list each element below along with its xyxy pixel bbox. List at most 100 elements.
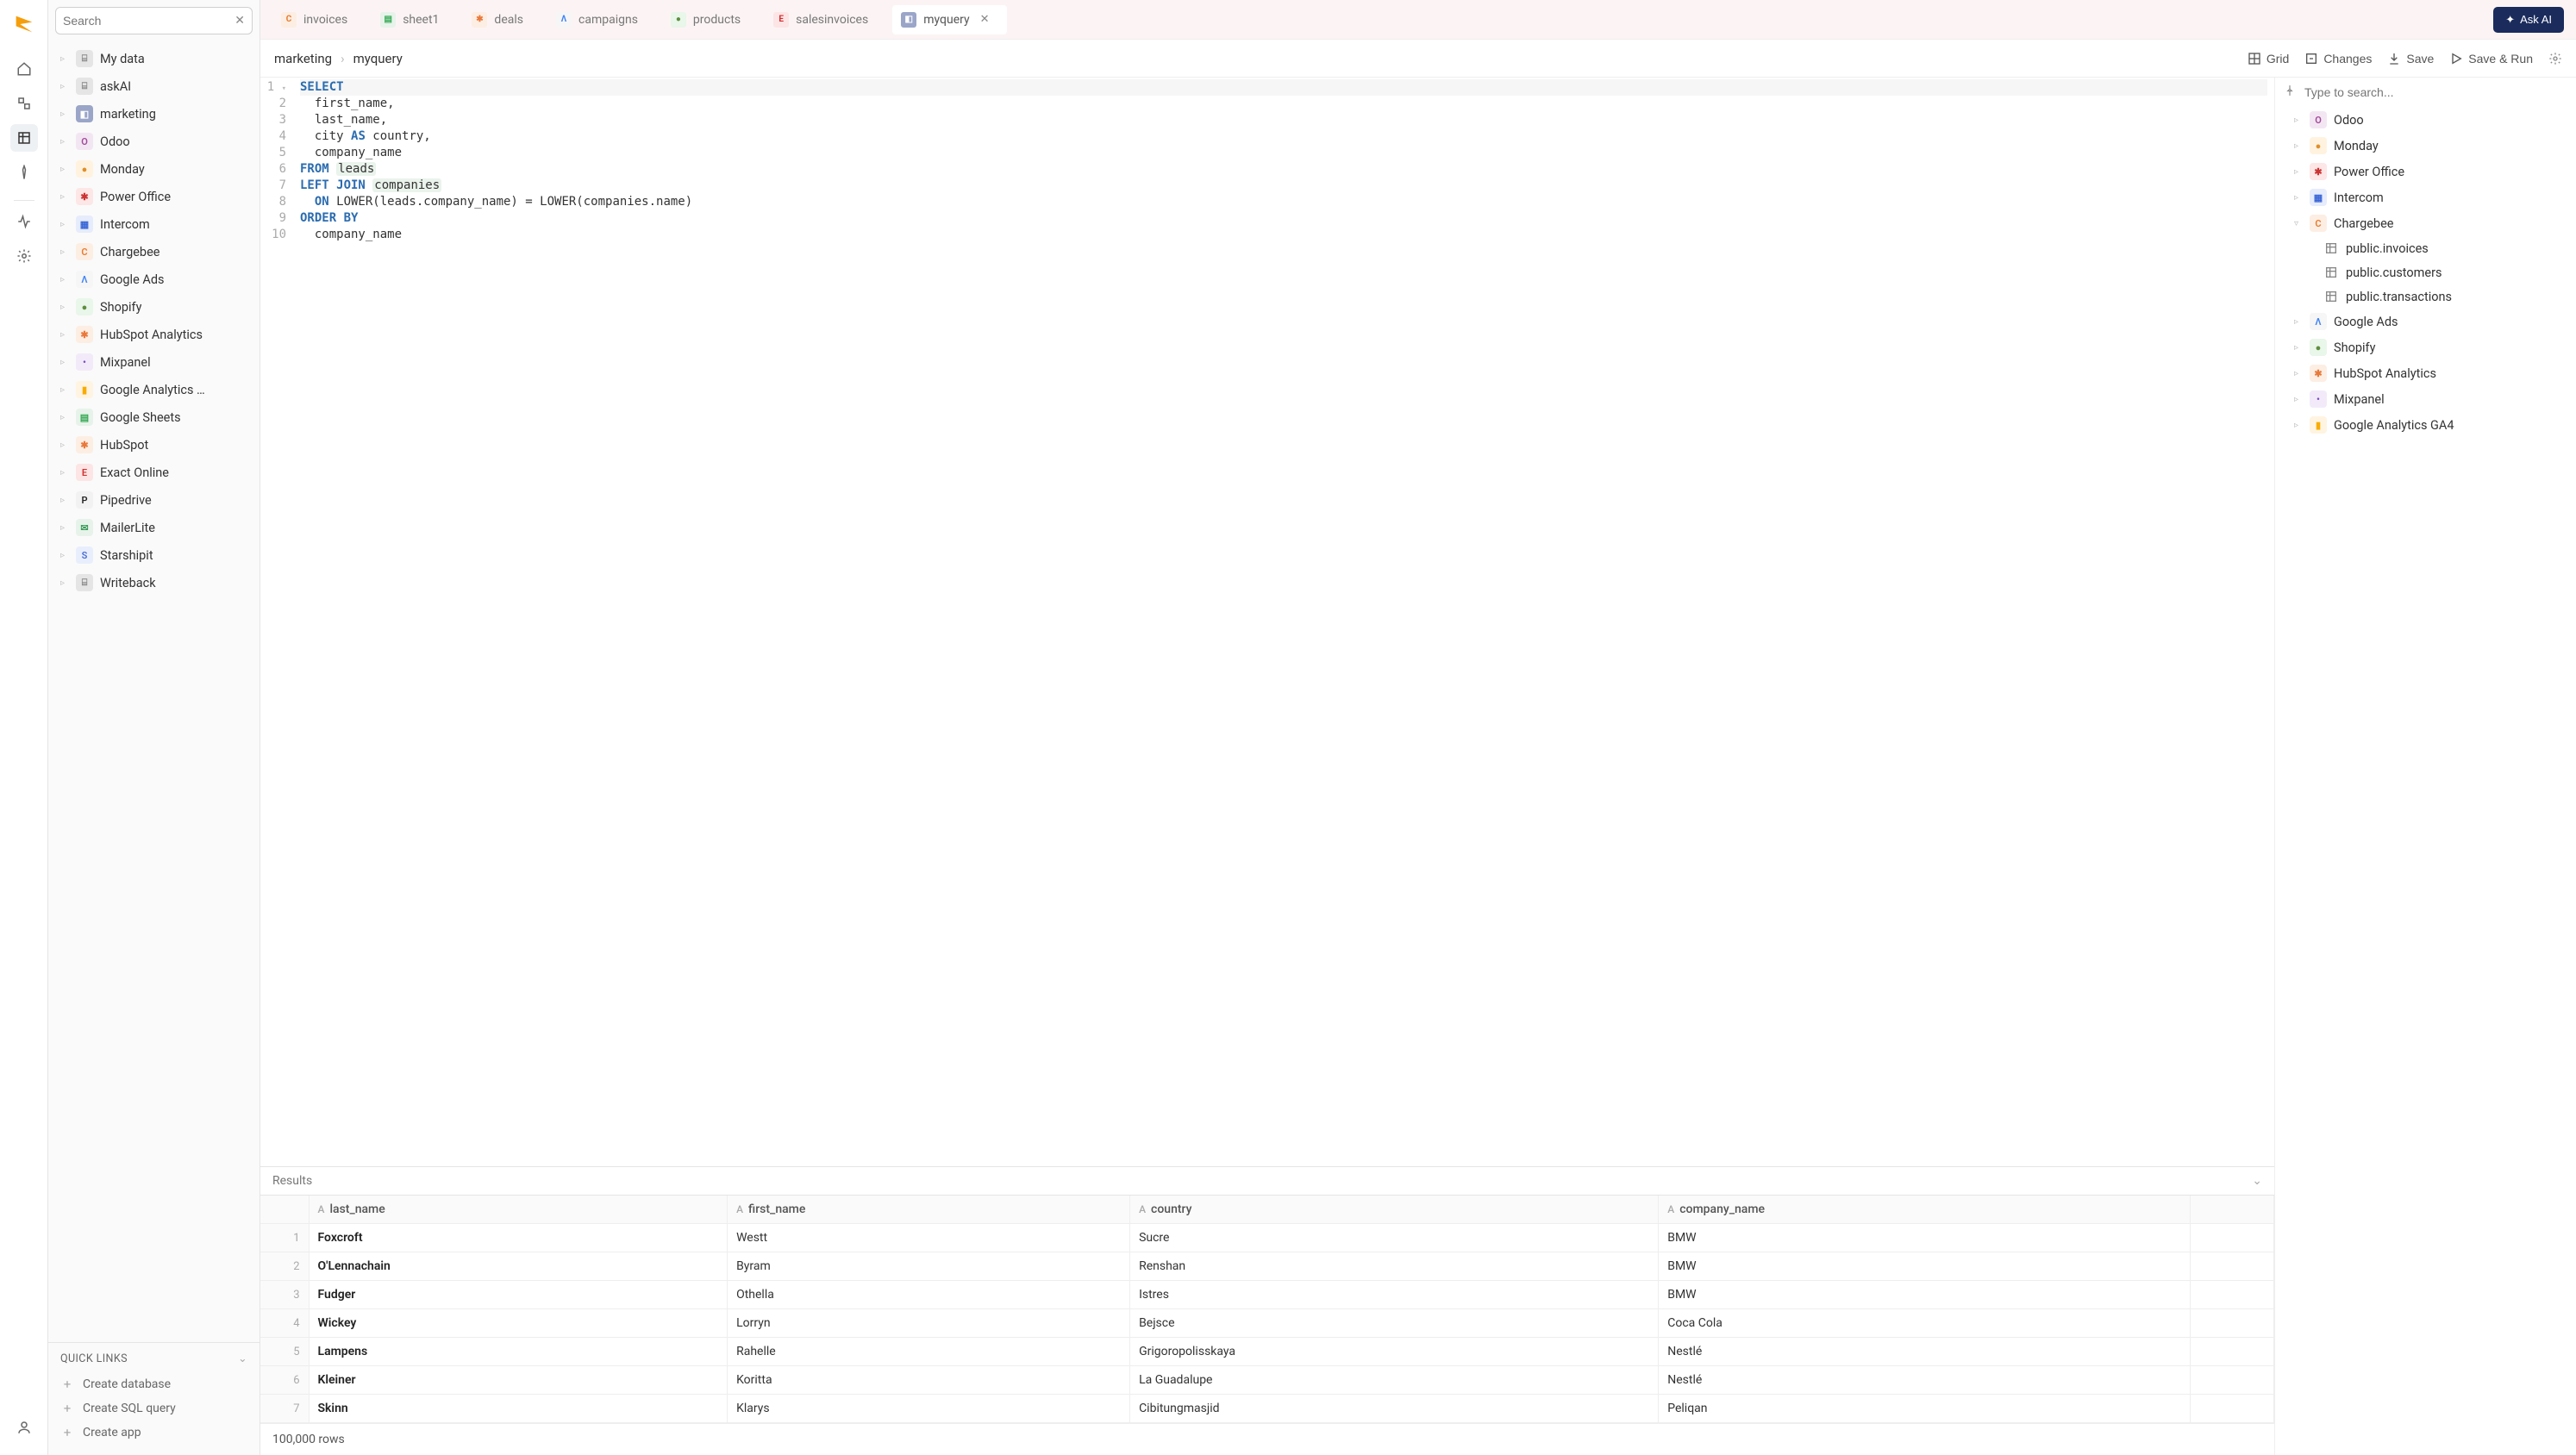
sidebar-item[interactable]: ▹●Monday <box>48 155 259 183</box>
chevron-down-icon[interactable]: ⌄ <box>238 1352 247 1365</box>
quick-link[interactable]: +Create database <box>60 1372 247 1396</box>
nav-data[interactable] <box>10 124 38 152</box>
schema-source[interactable]: ▹●Monday <box>2275 133 2576 159</box>
grid-button[interactable]: Grid <box>2248 52 2289 66</box>
table-cell[interactable]: BMW <box>1659 1224 2191 1252</box>
table-cell[interactable]: Fudger <box>309 1281 728 1309</box>
schema-search-input[interactable] <box>2304 85 2567 99</box>
ask-ai-button[interactable]: ✦ Ask AI <box>2493 7 2564 33</box>
tab[interactable]: ▤sheet1 <box>372 5 456 34</box>
nav-connections[interactable] <box>10 90 38 117</box>
results-grid[interactable]: Alast_nameAfirst_nameAcountryAcompany_na… <box>260 1195 2274 1423</box>
schema-source[interactable]: ▹✱HubSpot Analytics <box>2275 360 2576 386</box>
table-cell[interactable]: Cibitungmasjid <box>1130 1395 1659 1423</box>
table-cell[interactable]: BMW <box>1659 1252 2191 1281</box>
table-cell[interactable]: Byram <box>728 1252 1130 1281</box>
sidebar-item[interactable]: ▹✱Power Office <box>48 183 259 210</box>
table-cell[interactable]: Sucre <box>1130 1224 1659 1252</box>
sidebar-item[interactable]: ▹⌸askAI <box>48 72 259 100</box>
breadcrumb-parent[interactable]: marketing <box>274 51 332 66</box>
sidebar-item[interactable]: ▹▮Google Analytics … <box>48 376 259 403</box>
column-header[interactable]: Acountry <box>1130 1196 1659 1224</box>
column-header[interactable]: Alast_name <box>309 1196 728 1224</box>
table-row[interactable]: 7SkinnKlarysCibitungmasjidPeliqan <box>260 1395 2274 1423</box>
schema-source[interactable]: ▹ΛGoogle Ads <box>2275 309 2576 334</box>
schema-source[interactable]: ▹•Mixpanel <box>2275 386 2576 412</box>
table-row[interactable]: 1FoxcroftWesttSucreBMW <box>260 1224 2274 1252</box>
table-cell[interactable]: Nestlé <box>1659 1338 2191 1366</box>
table-cell[interactable]: Nestlé <box>1659 1366 2191 1395</box>
table-cell[interactable]: Bejsce <box>1130 1309 1659 1338</box>
nav-home[interactable] <box>10 55 38 83</box>
query-settings-button[interactable] <box>2548 52 2562 66</box>
nav-account[interactable] <box>10 1414 38 1441</box>
schema-source[interactable]: ▹✱Power Office <box>2275 159 2576 184</box>
column-header[interactable]: Afirst_name <box>728 1196 1130 1224</box>
save-button[interactable]: Save <box>2387 52 2434 66</box>
table-cell[interactable]: BMW <box>1659 1281 2191 1309</box>
quick-link[interactable]: +Create SQL query <box>60 1396 247 1421</box>
sql-editor[interactable]: 1 ▾2345678910 SELECT first_name, last_na… <box>260 78 2274 1166</box>
sidebar-item[interactable]: ▹✱HubSpot <box>48 431 259 459</box>
sidebar-item[interactable]: ▹PPipedrive <box>48 486 259 514</box>
sidebar-item[interactable]: ▹▦Intercom <box>48 210 259 238</box>
table-cell[interactable]: Kleiner <box>309 1366 728 1395</box>
chevron-down-icon[interactable]: ⌄ <box>2252 1174 2262 1188</box>
table-cell[interactable]: Wickey <box>309 1309 728 1338</box>
schema-source[interactable]: ▹▮Google Analytics GA4 <box>2275 412 2576 438</box>
table-cell[interactable]: La Guadalupe <box>1130 1366 1659 1395</box>
sidebar-item[interactable]: ▹SStarshipit <box>48 541 259 569</box>
table-cell[interactable]: Istres <box>1130 1281 1659 1309</box>
table-cell[interactable]: Klarys <box>728 1395 1130 1423</box>
schema-source[interactable]: ▿CChargebee <box>2275 210 2576 236</box>
sidebar-item[interactable]: ▹OOdoo <box>48 128 259 155</box>
table-cell[interactable]: Rahelle <box>728 1338 1130 1366</box>
table-cell[interactable]: Lampens <box>309 1338 728 1366</box>
tab[interactable]: Cinvoices <box>272 5 365 34</box>
table-row[interactable]: 2O'LennachainByramRenshanBMW <box>260 1252 2274 1281</box>
sidebar-item[interactable]: ▹⌸Writeback <box>48 569 259 596</box>
schema-table[interactable]: public.transactions <box>2275 284 2576 309</box>
sidebar-item[interactable]: ▹▤Google Sheets <box>48 403 259 431</box>
table-row[interactable]: 4WickeyLorrynBejsceCoca Cola <box>260 1309 2274 1338</box>
sidebar-item[interactable]: ▹•Mixpanel <box>48 348 259 376</box>
schema-source[interactable]: ▹▦Intercom <box>2275 184 2576 210</box>
tab[interactable]: Esalesinvoices <box>765 5 885 34</box>
table-cell[interactable]: O'Lennachain <box>309 1252 728 1281</box>
tab[interactable]: Λcampaigns <box>547 5 655 34</box>
sidebar-item[interactable]: ▹✱HubSpot Analytics <box>48 321 259 348</box>
changes-button[interactable]: Changes <box>2304 52 2372 66</box>
tab[interactable]: ✱deals <box>463 5 541 34</box>
table-cell[interactable]: Coca Cola <box>1659 1309 2191 1338</box>
table-row[interactable]: 3FudgerOthellaIstresBMW <box>260 1281 2274 1309</box>
table-cell[interactable]: Othella <box>728 1281 1130 1309</box>
table-cell[interactable]: Renshan <box>1130 1252 1659 1281</box>
sidebar-item[interactable]: ▹ΛGoogle Ads <box>48 265 259 293</box>
search-box[interactable]: ✕ <box>55 7 253 34</box>
nav-activity[interactable] <box>10 208 38 235</box>
table-cell[interactable]: Foxcroft <box>309 1224 728 1252</box>
tab[interactable]: ◧myquery✕ <box>892 5 1006 34</box>
nav-settings[interactable] <box>10 242 38 270</box>
table-row[interactable]: 6KleinerKorittaLa GuadalupeNestlé <box>260 1366 2274 1395</box>
search-input[interactable] <box>63 14 234 28</box>
schema-table[interactable]: public.invoices <box>2275 236 2576 260</box>
table-row[interactable]: 5LampensRahelleGrigoropolisskayaNestlé <box>260 1338 2274 1366</box>
quick-link[interactable]: +Create app <box>60 1421 247 1445</box>
sidebar-item[interactable]: ▹◧marketing <box>48 100 259 128</box>
table-cell[interactable]: Peliqan <box>1659 1395 2191 1423</box>
table-cell[interactable]: Koritta <box>728 1366 1130 1395</box>
schema-source[interactable]: ▹OOdoo <box>2275 107 2576 133</box>
nav-deploy[interactable] <box>10 159 38 186</box>
schema-source[interactable]: ▹●Shopify <box>2275 334 2576 360</box>
table-cell[interactable]: Grigoropolisskaya <box>1130 1338 1659 1366</box>
sidebar-item[interactable]: ▹✉MailerLite <box>48 514 259 541</box>
sidebar-item[interactable]: ▹⌸My data <box>48 45 259 72</box>
search-clear-icon[interactable]: ✕ <box>234 14 245 28</box>
close-icon[interactable]: ✕ <box>980 13 990 26</box>
tab[interactable]: ●products <box>662 5 758 34</box>
sidebar-item[interactable]: ▹●Shopify <box>48 293 259 321</box>
schema-table[interactable]: public.customers <box>2275 260 2576 284</box>
sidebar-item[interactable]: ▹CChargebee <box>48 238 259 265</box>
column-header[interactable]: Acompany_name <box>1659 1196 2191 1224</box>
